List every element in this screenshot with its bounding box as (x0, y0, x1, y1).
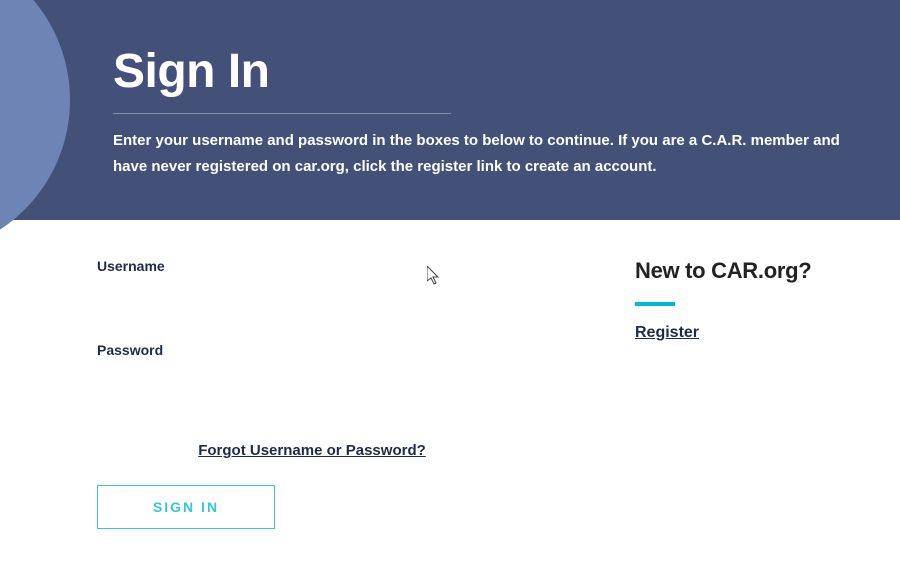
signin-form: Username Password Forgot Username or Pas… (97, 258, 547, 529)
sidebar: New to CAR.org? Register (635, 258, 811, 529)
header-background: Sign In Enter your username and password… (0, 0, 900, 220)
signin-button[interactable]: SIGN IN (97, 485, 275, 529)
forgot-link[interactable]: Forgot Username or Password? (97, 442, 527, 459)
username-field-group: Username (97, 258, 547, 310)
password-input[interactable] (97, 364, 547, 394)
password-field-group: Password (97, 342, 547, 394)
page-title: Sign In (113, 44, 860, 99)
username-label: Username (97, 258, 547, 274)
password-label: Password (97, 342, 547, 358)
register-link[interactable]: Register (635, 324, 699, 342)
header-content: Sign In Enter your username and password… (113, 44, 860, 181)
sidebar-underline (635, 302, 675, 306)
instructions-text: Enter your username and password in the … (113, 128, 853, 181)
sidebar-heading: New to CAR.org? (635, 258, 811, 284)
username-input[interactable] (97, 280, 547, 310)
accent-circle (0, 0, 70, 255)
main-panel: Username Password Forgot Username or Pas… (75, 220, 900, 559)
title-underline (113, 113, 451, 114)
